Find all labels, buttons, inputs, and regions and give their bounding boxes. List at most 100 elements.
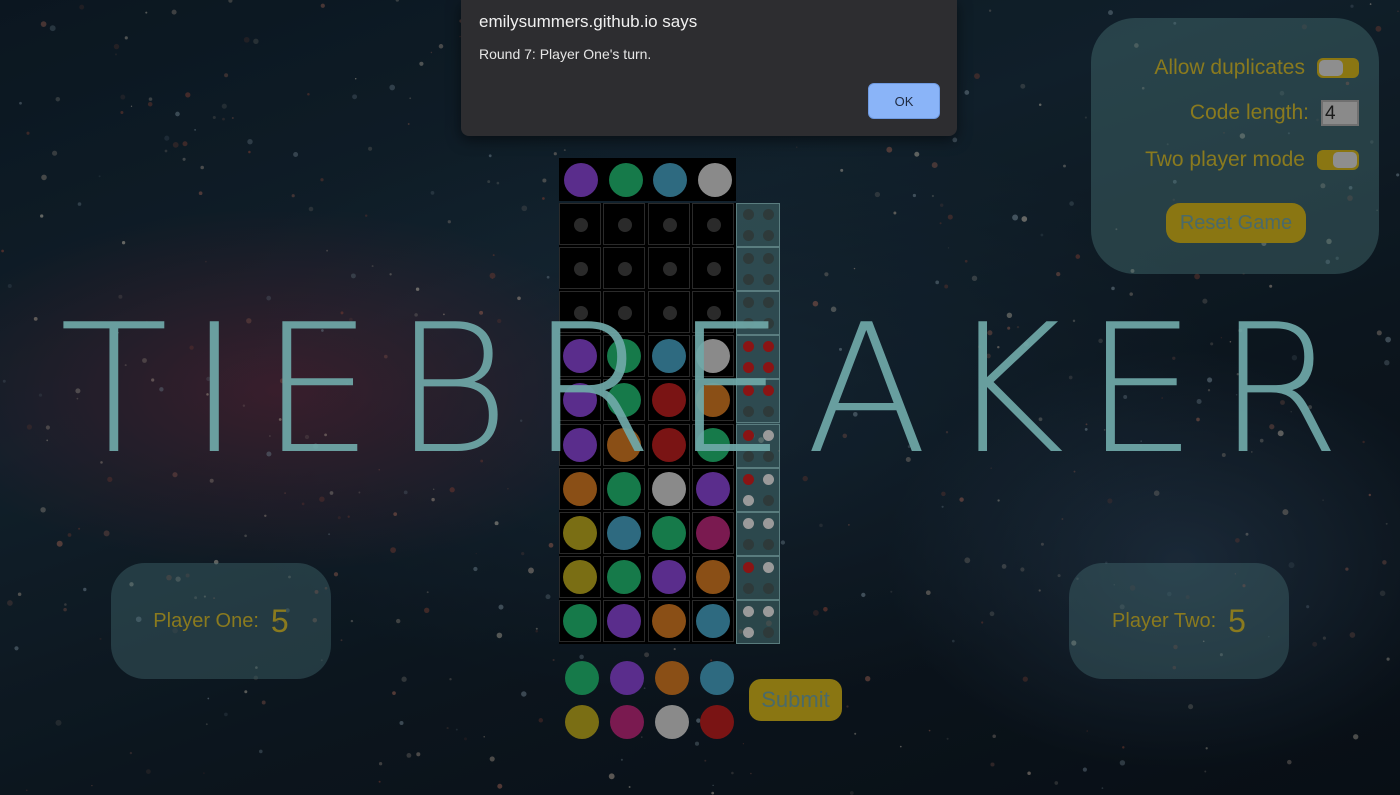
palette-purple-peg[interactable]	[610, 661, 644, 695]
allow-duplicates-label: Allow duplicates	[1154, 56, 1305, 79]
feedback-peg	[763, 385, 774, 397]
guess-peg	[651, 427, 686, 462]
palette-red-peg[interactable]	[700, 705, 734, 739]
empty-slot	[706, 262, 721, 277]
feedback-peg	[763, 362, 774, 374]
feedback-cell	[736, 555, 780, 600]
submit-button[interactable]: Submit	[749, 679, 842, 721]
dialog-host: emilysummers.github.io says	[479, 12, 698, 31]
feedback-cell	[736, 423, 780, 468]
player-one-score: 5	[270, 602, 289, 639]
player-one-label: Player One:	[153, 609, 259, 632]
board-cell	[647, 379, 690, 422]
palette-olive-peg[interactable]	[565, 705, 599, 739]
feedback-peg	[743, 318, 754, 330]
toggle-knob	[1333, 152, 1357, 168]
guess-peg	[695, 603, 730, 638]
code-length-input[interactable]: 4	[1321, 100, 1359, 126]
board-cell	[691, 599, 734, 642]
player-two-label: Player Two:	[1112, 609, 1217, 632]
guess-peg	[695, 383, 730, 418]
guess-peg	[695, 559, 730, 594]
board-cell	[559, 599, 601, 642]
board-cell	[647, 423, 690, 466]
guess-peg	[651, 603, 686, 638]
palette-green-peg[interactable]	[565, 661, 599, 695]
toggle-knob	[1319, 60, 1343, 76]
feedback-peg	[763, 274, 774, 286]
guess-peg	[563, 515, 597, 550]
empty-slot	[618, 218, 633, 232]
feedback-cell	[736, 467, 780, 512]
feedback-peg	[743, 450, 754, 462]
guess-peg	[607, 559, 642, 594]
empty-slot	[706, 218, 721, 232]
board-cell	[603, 379, 646, 422]
board-cell	[559, 379, 601, 422]
player-two-score: 5	[1228, 602, 1246, 639]
feedback-peg	[743, 429, 754, 441]
guess-peg	[563, 427, 597, 462]
empty-slot	[662, 262, 677, 277]
guess-peg	[607, 603, 642, 638]
alert-dialog: emilysummers.github.io says Round 7: Pla…	[461, 0, 957, 136]
guess-peg	[563, 383, 597, 418]
feedback-peg	[743, 253, 754, 265]
board-cell	[691, 423, 734, 466]
feedback-peg	[743, 297, 754, 309]
empty-slot	[662, 306, 677, 321]
player-two-score-panel: Player Two: 5	[1069, 563, 1289, 679]
board-cell	[647, 467, 690, 510]
two-player-label: Two player mode	[1145, 148, 1305, 171]
feedback-peg	[743, 626, 754, 638]
guess-peg	[607, 471, 642, 506]
two-player-toggle[interactable]	[1317, 150, 1359, 170]
feedback-cell	[736, 291, 780, 336]
feedback-peg	[743, 538, 754, 550]
board-cell	[691, 335, 734, 378]
feedback-peg	[763, 517, 774, 529]
reset-game-button[interactable]: Reset Game	[1166, 203, 1306, 243]
guess-peg	[695, 471, 730, 506]
board-cell	[691, 291, 734, 334]
board-cell	[603, 247, 646, 290]
feedback-peg	[763, 473, 774, 485]
board-cell	[647, 335, 690, 378]
dialog-ok-button[interactable]: OK	[868, 83, 940, 119]
feedback-cell	[736, 379, 780, 424]
palette-orange-peg[interactable]	[655, 661, 689, 695]
board-cell	[603, 203, 646, 245]
feedback-peg	[743, 517, 754, 529]
feedback-peg	[743, 494, 754, 506]
palette-magenta-peg[interactable]	[610, 705, 644, 739]
guess-peg	[695, 515, 730, 550]
feedback-peg	[763, 297, 774, 309]
palette-gray-peg[interactable]	[655, 705, 689, 739]
board-cell	[691, 247, 734, 290]
empty-slot	[618, 306, 633, 321]
board-cell	[559, 291, 601, 334]
board-cell	[691, 555, 734, 598]
board-cell	[647, 599, 690, 642]
feedback-peg	[743, 362, 754, 374]
feedback-peg	[763, 626, 774, 638]
board-cell	[559, 423, 601, 466]
secret-peg	[653, 163, 687, 197]
palette-teal-peg[interactable]	[700, 661, 734, 695]
feedback-peg	[763, 230, 774, 241]
allow-duplicates-toggle[interactable]	[1317, 58, 1359, 78]
board-cell	[647, 511, 690, 554]
board-cell	[603, 555, 646, 598]
board-cell	[603, 423, 646, 466]
guess-peg	[651, 339, 686, 374]
board-cell	[603, 291, 646, 334]
board-cell	[559, 467, 601, 510]
feedback-peg	[743, 473, 754, 485]
feedback-peg	[763, 341, 774, 353]
feedback-peg	[743, 341, 754, 353]
feedback-peg	[763, 605, 774, 617]
board-cell	[559, 247, 601, 290]
feedback-peg	[763, 253, 774, 265]
board-cell	[603, 511, 646, 554]
allow-duplicates-row: Allow duplicates	[1154, 56, 1359, 80]
